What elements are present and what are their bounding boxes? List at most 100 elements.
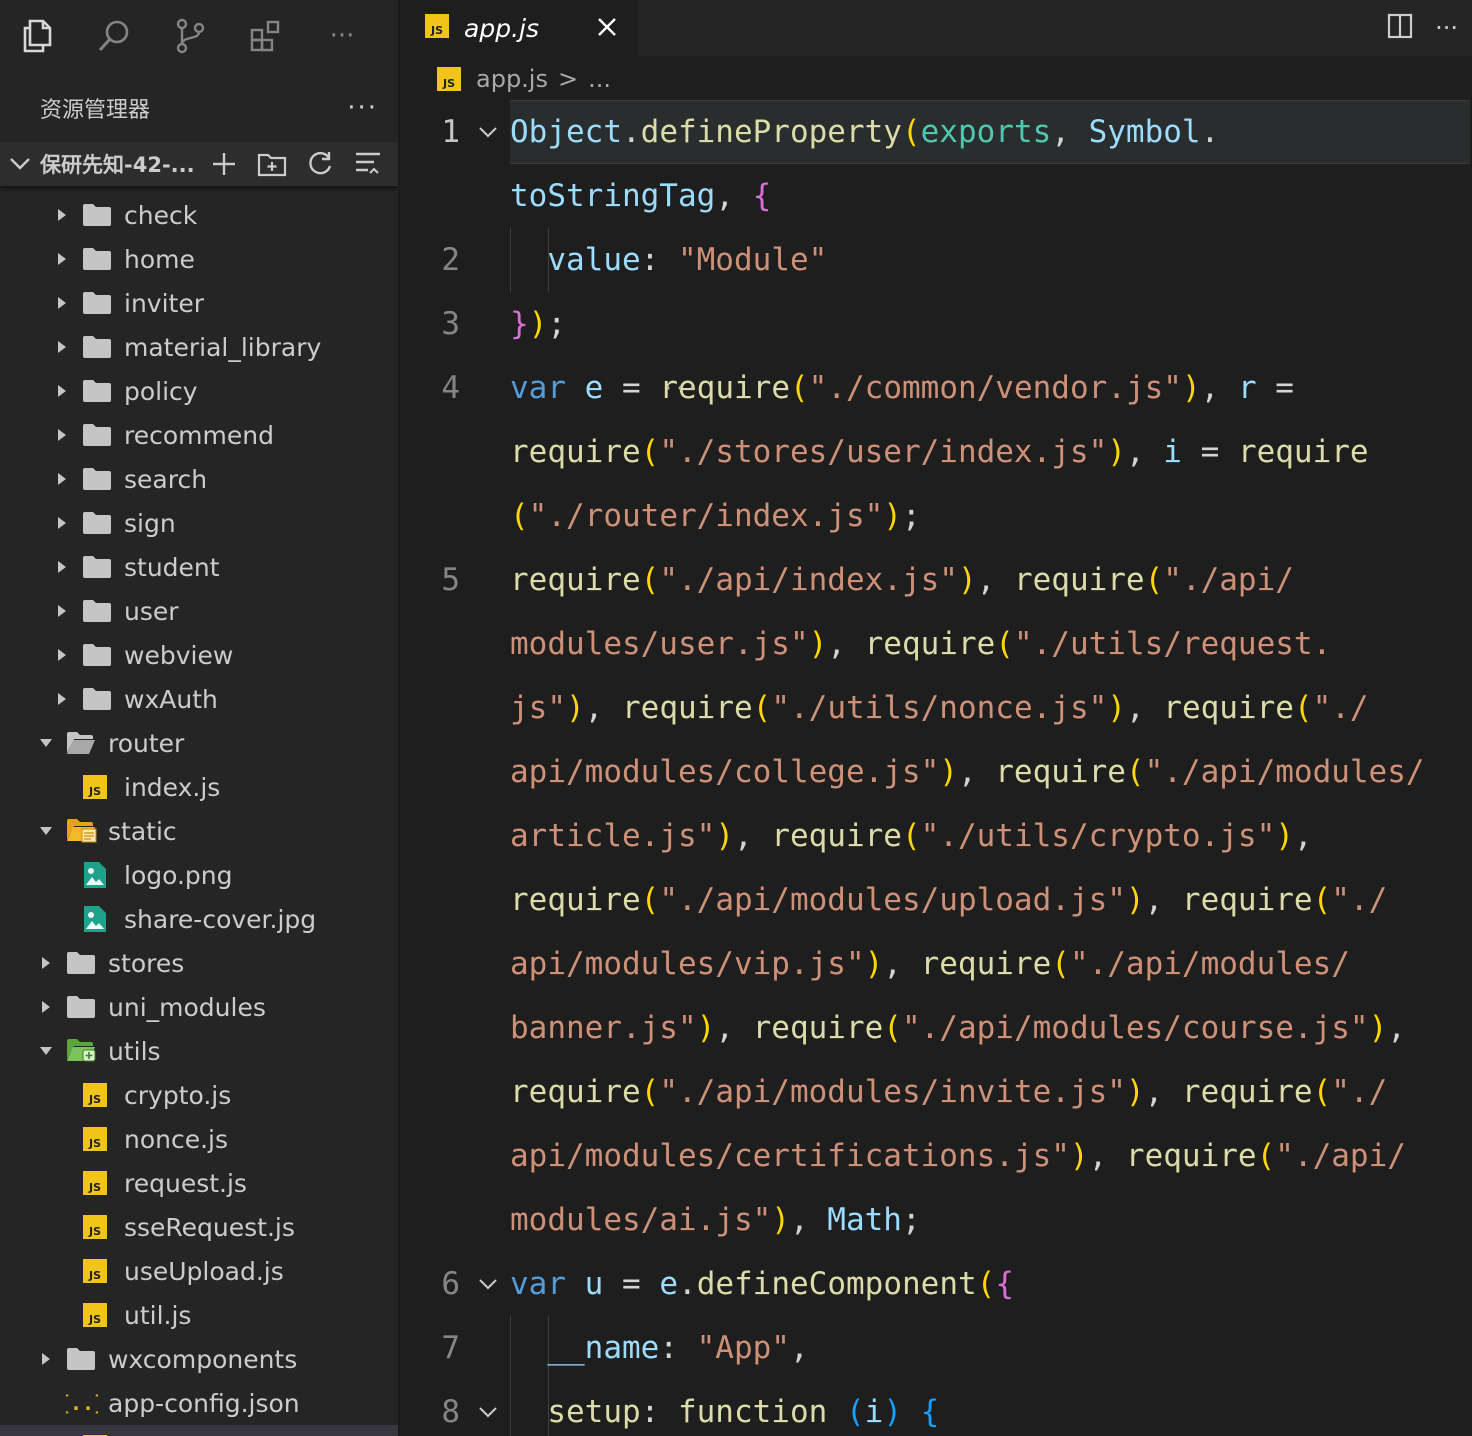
tab-app-js[interactable]: JS app.js <box>400 0 638 56</box>
chevron-right-icon <box>52 340 72 354</box>
chevron-right-icon <box>52 692 72 706</box>
tree-folder-sign[interactable]: sign <box>0 501 398 545</box>
tree-file-share-cover[interactable]: share-cover.jpg <box>0 897 398 941</box>
collapse-all-icon[interactable] <box>350 146 386 182</box>
svg-text:JS: JS <box>88 1313 101 1326</box>
search-icon[interactable] <box>92 14 136 58</box>
fold-chevron-icon[interactable] <box>476 1380 500 1436</box>
svg-text:JS: JS <box>88 1181 101 1194</box>
folder-icon <box>82 464 114 494</box>
tree-folder-router[interactable]: router <box>0 721 398 765</box>
chevron-down-icon <box>36 738 56 748</box>
editor-area: JS app.js ··· JS app.js > ... 1 2 3 4 5 … <box>400 0 1472 1436</box>
chevron-down-icon[interactable] <box>0 157 40 171</box>
extensions-icon[interactable] <box>244 14 288 58</box>
editor-more-icon[interactable]: ··· <box>1435 14 1458 42</box>
tree-label: request.js <box>124 1168 247 1198</box>
tree-folder-user[interactable]: user <box>0 589 398 633</box>
tree-folder-material-library[interactable]: material_library <box>0 325 398 369</box>
js-file-icon: JS <box>82 1124 114 1154</box>
workspace-folder-header[interactable]: 保研先知-42-... <box>0 142 398 186</box>
tree-file-app-js[interactable] <box>0 1425 398 1436</box>
more-icon[interactable]: ··· <box>320 14 364 58</box>
fold-chevron-icon[interactable] <box>476 100 500 164</box>
tree-file-request[interactable]: JS request.js <box>0 1161 398 1205</box>
tree-folder-static[interactable]: static <box>0 809 398 853</box>
file-tree: check home inviter material_library poli… <box>0 193 398 1436</box>
image-file-icon <box>82 904 114 934</box>
explorer-icon[interactable] <box>16 14 60 58</box>
svg-text:JS: JS <box>430 24 443 37</box>
tree-label: router <box>108 728 185 758</box>
tree-folder-wxcomponents[interactable]: wxcomponents <box>0 1337 398 1381</box>
tree-label: share-cover.jpg <box>124 904 317 934</box>
new-folder-icon[interactable] <box>254 146 290 182</box>
code-row: require("./api/modules/invite.js"), requ… <box>510 1074 1388 1110</box>
tree-folder-check[interactable]: check <box>0 193 398 237</box>
tree-file-crypto[interactable]: JS crypto.js <box>0 1073 398 1117</box>
breadcrumb: JS app.js > ... <box>400 56 1472 102</box>
folder-icon <box>82 332 114 362</box>
tree-label: wxcomponents <box>108 1344 298 1374</box>
close-icon[interactable] <box>592 12 622 42</box>
tree-file-logo-png[interactable]: logo.png <box>0 853 398 897</box>
tree-label: logo.png <box>124 860 233 890</box>
tree-folder-wxauth[interactable]: wxAuth <box>0 677 398 721</box>
explorer-more-icon[interactable]: ··· <box>347 93 378 123</box>
code-row: Object.defineProperty(exports, Symbol. <box>510 114 1220 150</box>
tree-folder-home[interactable]: home <box>0 237 398 281</box>
code-row: api/modules/college.js"), require("./api… <box>510 754 1425 790</box>
tree-label: app-config.json <box>108 1388 300 1418</box>
folder-open-icon <box>66 728 98 758</box>
code-row: ("./router/index.js"); <box>510 498 921 534</box>
chevron-down-icon <box>36 826 56 836</box>
tree-folder-inviter[interactable]: inviter <box>0 281 398 325</box>
tree-folder-policy[interactable]: policy <box>0 369 398 413</box>
code-row: api/modules/vip.js"), require("./api/mod… <box>510 946 1350 982</box>
folder-icon <box>82 288 114 318</box>
tree-folder-search[interactable]: search <box>0 457 398 501</box>
tree-folder-recommend[interactable]: recommend <box>0 413 398 457</box>
js-file-icon: JS <box>82 1256 114 1286</box>
line-number: 6 <box>441 1266 460 1302</box>
breadcrumb-file[interactable]: app.js <box>476 65 548 93</box>
tree-folder-utils[interactable]: utils <box>0 1029 398 1073</box>
svg-text:{..}: {..} <box>66 1391 98 1415</box>
fold-chevron-icon[interactable] <box>476 1252 500 1316</box>
tree-label: utils <box>108 1036 161 1066</box>
refresh-icon[interactable] <box>302 146 338 182</box>
tree-folder-stores[interactable]: stores <box>0 941 398 985</box>
tree-file-nonce[interactable]: JS nonce.js <box>0 1117 398 1161</box>
split-editor-icon[interactable] <box>1387 13 1413 43</box>
tree-folder-student[interactable]: student <box>0 545 398 589</box>
new-file-icon[interactable] <box>206 146 242 182</box>
tree-file-use-upload[interactable]: JS useUpload.js <box>0 1249 398 1293</box>
tree-label: sseRequest.js <box>124 1212 295 1242</box>
chevron-right-icon <box>52 516 72 530</box>
tree-folder-webview[interactable]: webview <box>0 633 398 677</box>
explorer-header: 资源管理器 ··· <box>40 86 378 130</box>
chevron-right-icon <box>52 648 72 662</box>
hover-dots-icon[interactable]: ··· <box>662 378 698 398</box>
folder-icon <box>66 992 98 1022</box>
tree-file-app-config[interactable]: {..} app-config.json <box>0 1381 398 1425</box>
folder-icon <box>82 640 114 670</box>
code-row: modules/user.js"), require("./utils/requ… <box>510 626 1332 662</box>
tree-folder-uni-modules[interactable]: uni_modules <box>0 985 398 1029</box>
svg-text:JS: JS <box>88 1093 101 1106</box>
chevron-right-icon <box>52 604 72 618</box>
tree-file-router-index[interactable]: JS index.js <box>0 765 398 809</box>
chevron-right-icon <box>52 428 72 442</box>
tree-label: crypto.js <box>124 1080 232 1110</box>
js-file-icon: JS <box>436 66 462 92</box>
tree-label: wxAuth <box>124 684 218 714</box>
folder-icon <box>82 244 114 274</box>
source-control-icon[interactable] <box>168 14 212 58</box>
breadcrumb-rest[interactable]: ... <box>588 65 611 93</box>
tree-label: check <box>124 200 198 230</box>
tree-file-sse-request[interactable]: JS sseRequest.js <box>0 1205 398 1249</box>
tree-file-util[interactable]: JS util.js <box>0 1293 398 1337</box>
tab-label: app.js <box>464 13 539 43</box>
code-row: setup: function (i) { <box>547 1394 940 1430</box>
folder-icon <box>82 508 114 538</box>
